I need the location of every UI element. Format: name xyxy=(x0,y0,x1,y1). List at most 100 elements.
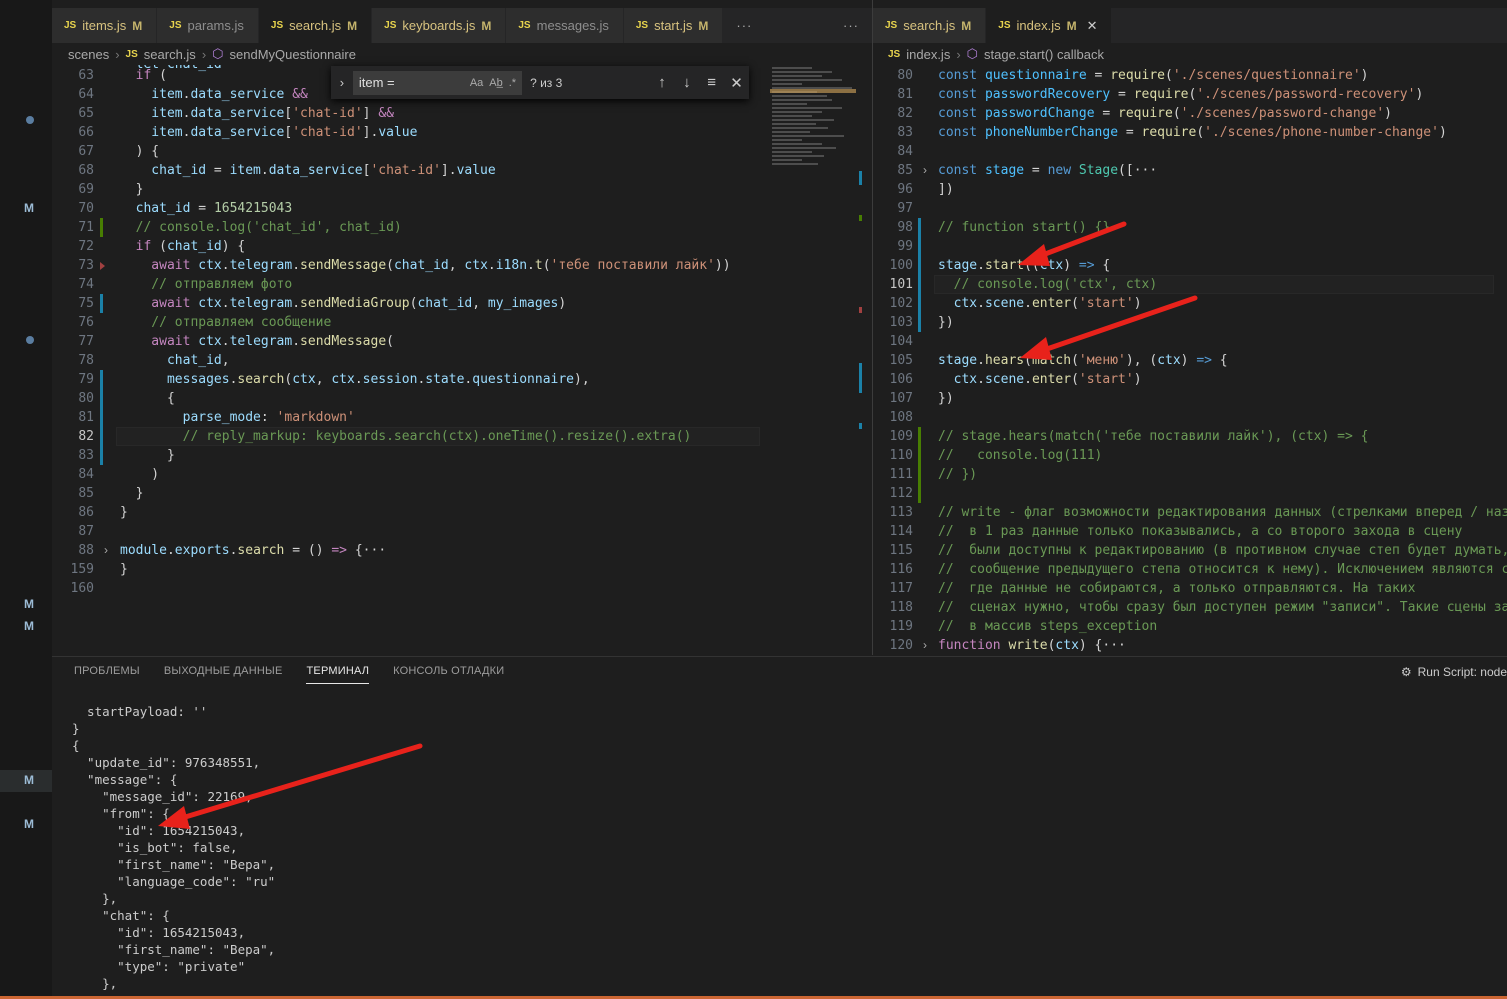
code-token: => xyxy=(1078,258,1095,273)
minimap[interactable] xyxy=(770,65,858,175)
panel-tab[interactable]: ПРОБЛЕМЫ xyxy=(74,665,140,684)
line-number: 66 xyxy=(78,125,94,140)
overview-ruler[interactable] xyxy=(858,65,868,655)
find-in-selection-icon[interactable]: ≡ xyxy=(699,74,724,91)
line-number: 104 xyxy=(889,334,913,349)
code-token: write xyxy=(1008,638,1048,653)
git-change-indicator[interactable] xyxy=(918,446,921,465)
panel-tab[interactable]: ТЕРМИНАЛ xyxy=(306,665,370,684)
code-token: scene xyxy=(984,296,1025,311)
code-line: await ctx.telegram.sendMessage(chat_id, … xyxy=(120,256,730,275)
git-change-indicator[interactable] xyxy=(918,237,921,256)
code-token: chat_id xyxy=(417,296,473,311)
minimap-line xyxy=(772,155,824,157)
next-match-icon[interactable]: ↓ xyxy=(674,74,699,91)
git-change-indicator[interactable] xyxy=(918,218,921,237)
close-tab-icon[interactable]: ✕ xyxy=(1087,18,1098,34)
breadcrumb-symbol[interactable]: sendMyQuestionnaire xyxy=(230,47,356,62)
code-token: 'меню' xyxy=(1078,353,1126,368)
git-change-indicator[interactable] xyxy=(918,484,921,503)
git-change-indicator[interactable] xyxy=(100,294,103,313)
code-token: await xyxy=(120,258,199,273)
tab-messages-js[interactable]: JS messages.js xyxy=(506,8,624,43)
git-change-indicator[interactable] xyxy=(100,427,103,446)
code-token: 'тебе поставили лайк' xyxy=(550,258,715,273)
git-change-indicator[interactable] xyxy=(918,256,921,275)
code-token: // отправляем фото xyxy=(120,277,293,292)
git-change-indicator[interactable] xyxy=(918,427,921,446)
tab-params-js[interactable]: JS params.js xyxy=(157,8,259,43)
right-code-editor[interactable]: 80 const questionnaire = require('./scene… xyxy=(873,65,1507,655)
left-code-editor[interactable]: let chat_id 63 if (64 item.data_service … xyxy=(52,65,858,655)
git-change-indicator[interactable] xyxy=(100,370,103,389)
breadcrumb-symbol[interactable]: stage.start() callback xyxy=(984,47,1104,62)
fold-chevron-icon[interactable]: › xyxy=(923,161,927,180)
toggle-replace-icon[interactable]: › xyxy=(331,75,353,90)
run-script-dropdown[interactable]: ⚙ Run Script: node xyxy=(1401,665,1507,679)
breadcrumb-folder[interactable]: scenes xyxy=(68,47,109,62)
code-token: phoneNumberChange xyxy=(984,125,1119,140)
panel-tab[interactable]: ВЫХОДНЫЕ ДАННЫЕ xyxy=(164,665,283,684)
fold-chevron-icon[interactable]: › xyxy=(104,541,108,560)
code-line: // function start() {} xyxy=(938,218,1110,237)
code-token: enter xyxy=(1031,372,1072,387)
git-change-indicator[interactable] xyxy=(100,408,103,427)
code-line: chat_id, xyxy=(120,351,230,370)
line-number: 119 xyxy=(889,619,913,634)
line-number: 84 xyxy=(78,467,94,482)
tab-keyboards-js[interactable]: JS keyboards.js M xyxy=(372,8,507,43)
tab-search-js[interactable]: JS search.js M xyxy=(873,8,987,43)
line-number: 75 xyxy=(78,296,94,311)
more-tabs-icon[interactable]: ··· xyxy=(723,8,765,43)
git-change-indicator[interactable] xyxy=(100,218,103,237)
terminal-output[interactable]: startPayload: ''} { "update_id": 97634855… xyxy=(72,703,275,992)
fold-chevron-icon[interactable]: › xyxy=(923,636,927,655)
git-change-indicator[interactable] xyxy=(100,446,103,465)
whole-word-icon[interactable]: Ab̲ xyxy=(489,77,502,89)
tab-index-js[interactable]: JS index.js M ✕ xyxy=(986,8,1113,43)
panel-tab[interactable]: КОНСОЛЬ ОТЛАДКИ xyxy=(393,665,504,684)
git-deletion-indicator[interactable] xyxy=(100,262,105,270)
git-change-indicator[interactable] xyxy=(918,313,921,332)
line-number: 85 xyxy=(897,163,913,178)
code-token: ( xyxy=(151,68,167,83)
line-number: 64 xyxy=(78,87,94,102)
close-find-icon[interactable]: ✕ xyxy=(724,74,749,92)
code-token: ctx xyxy=(938,372,978,387)
line-number: 76 xyxy=(78,315,94,330)
code-token: state xyxy=(425,372,465,387)
code-token: sendMessage xyxy=(300,258,387,273)
code-line: }) xyxy=(938,389,954,408)
code-line: const phoneNumberChange = require('./sce… xyxy=(938,123,1447,142)
breadcrumb-file[interactable]: index.js xyxy=(906,47,950,62)
more-actions-icon[interactable]: ··· xyxy=(830,8,872,43)
regex-icon[interactable]: .* xyxy=(509,77,516,89)
git-change-indicator[interactable] xyxy=(918,275,921,294)
git-change-indicator[interactable] xyxy=(918,294,921,313)
tab-start-js[interactable]: JS start.js M xyxy=(623,8,724,43)
tab-search-js[interactable]: JS search.js M xyxy=(258,8,373,43)
line-number: 106 xyxy=(889,372,913,387)
tab-items-js[interactable]: JS items.js M xyxy=(52,8,158,43)
code-line: if (chat_id) { xyxy=(120,237,246,256)
match-case-icon[interactable]: Aa xyxy=(470,77,483,89)
code-line: // console.log(111) xyxy=(938,446,1102,465)
code-token: sendMessage xyxy=(300,334,387,349)
line-number: 97 xyxy=(897,201,913,216)
previous-match-icon[interactable]: ↑ xyxy=(650,74,675,91)
panel-tabs: ПРОБЛЕМЫ ВЫХОДНЫЕ ДАННЫЕ ТЕРМИНАЛ КОНСОЛЬ О… xyxy=(74,665,504,684)
line-number: 73 xyxy=(78,258,94,273)
git-change-indicator[interactable] xyxy=(100,389,103,408)
code-token: 'chat-id' xyxy=(292,125,363,140)
find-input[interactable] xyxy=(358,75,464,90)
line-number: 88 xyxy=(78,543,94,558)
code-token: data_service xyxy=(268,163,363,178)
code-token: telegram xyxy=(229,258,293,273)
code-line: // stage.hears(match('тебе поставили лай… xyxy=(938,427,1368,446)
minimap-line xyxy=(772,127,828,129)
code-token: } xyxy=(120,505,128,520)
git-change-indicator[interactable] xyxy=(918,465,921,484)
breadcrumb-file[interactable]: search.js xyxy=(144,47,196,62)
code-token: ctx xyxy=(1055,638,1079,653)
code-line: item.data_service['chat-id'].value xyxy=(120,123,417,142)
